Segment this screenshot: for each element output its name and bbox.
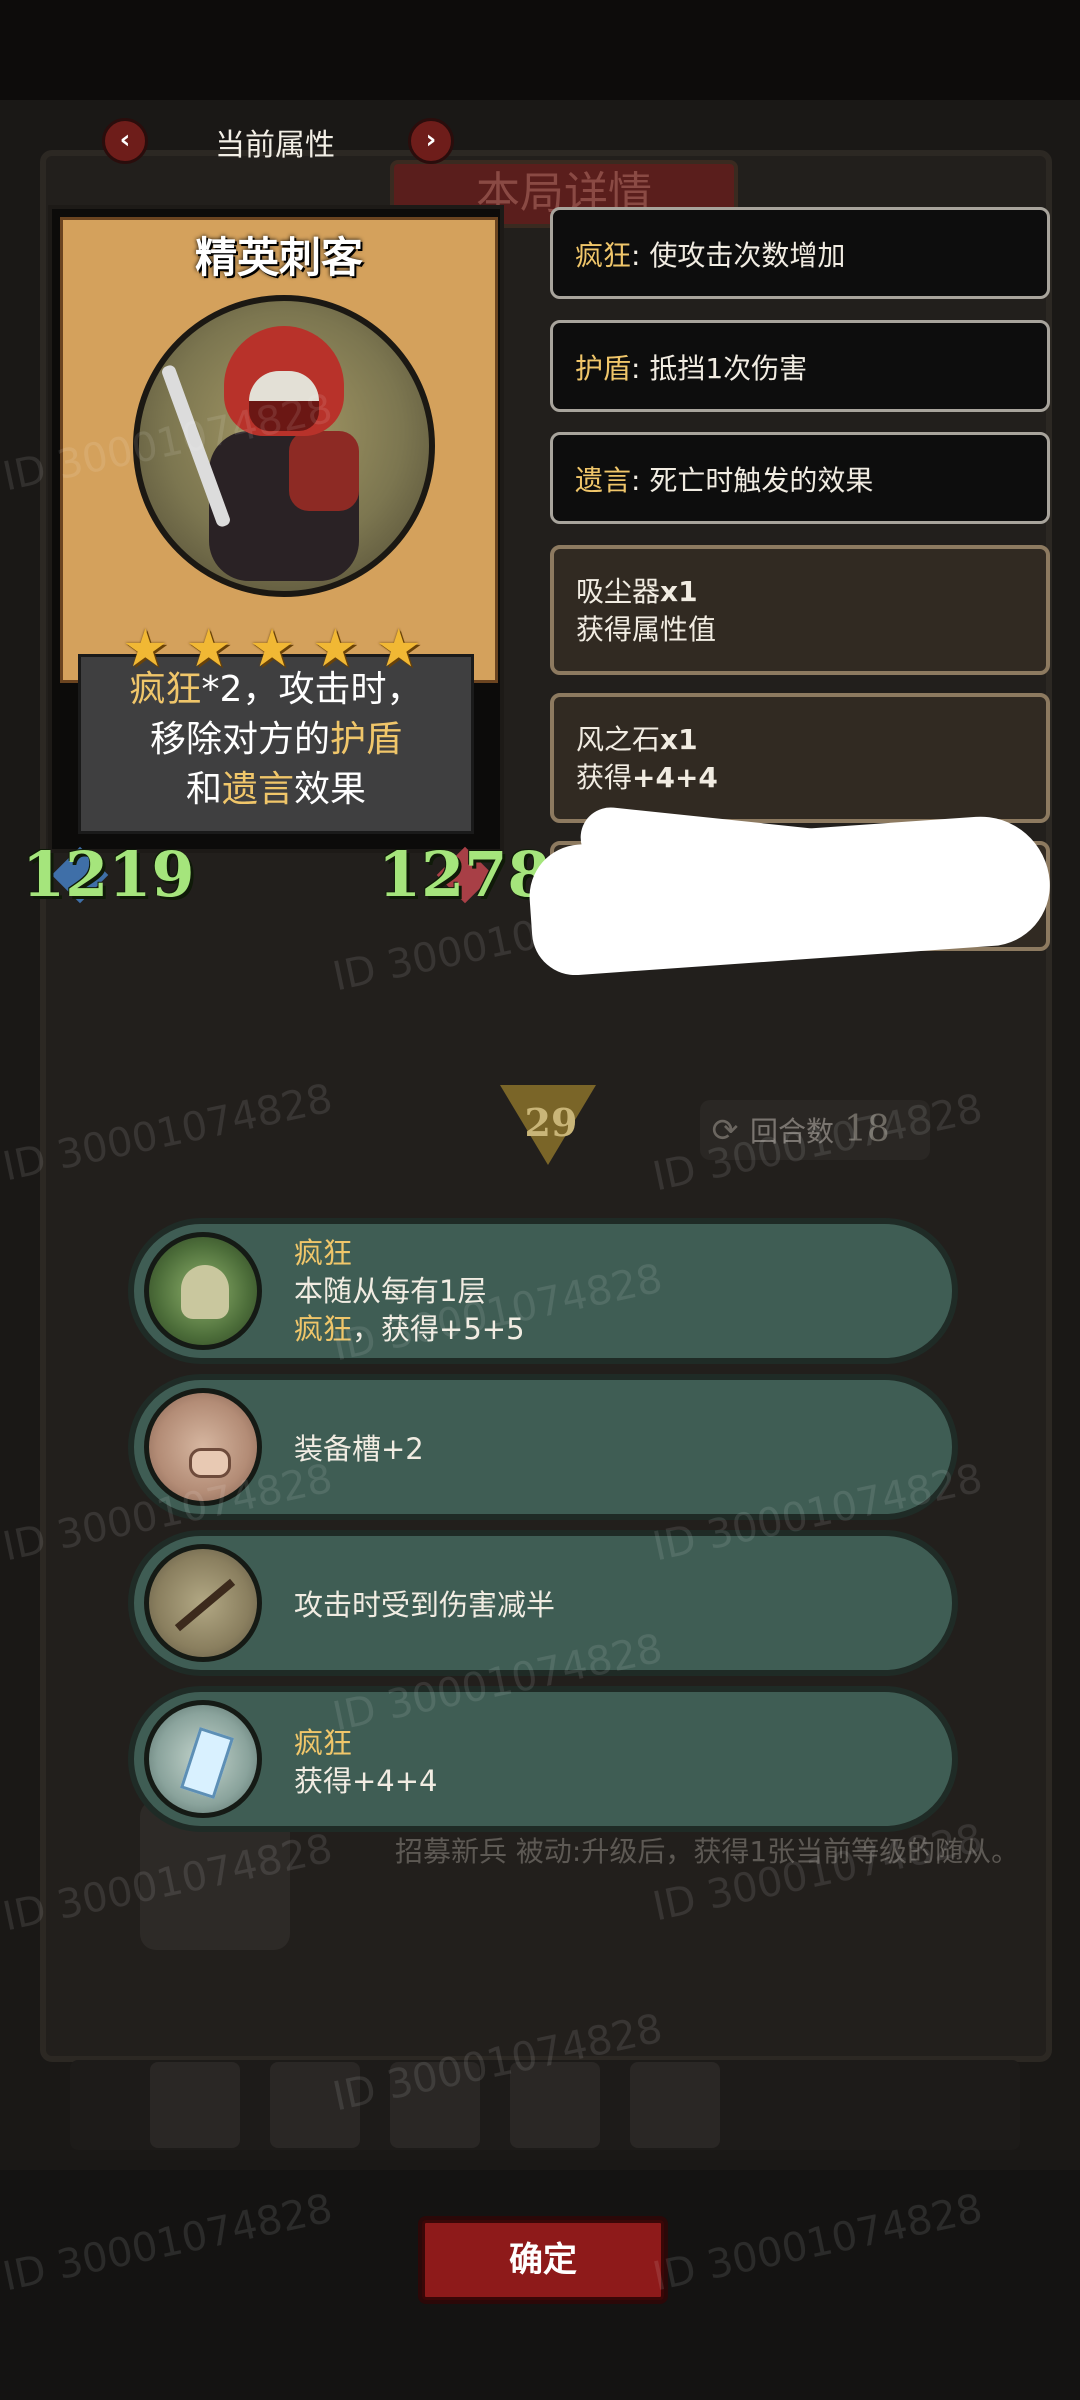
desc-keyword: 护盾 bbox=[330, 719, 403, 760]
keyword-name: 遗言 bbox=[575, 464, 632, 497]
card-frame: 精英刺客 bbox=[60, 217, 498, 683]
keyword-name: 疯狂 bbox=[575, 239, 632, 272]
pig-icon bbox=[144, 1388, 262, 1506]
desc-keyword: 遗言 bbox=[221, 769, 294, 810]
effect-row: 装备槽+2 bbox=[128, 1374, 958, 1520]
unit-slot[interactable] bbox=[390, 2062, 480, 2148]
desc-text: 和 bbox=[185, 769, 222, 810]
keyword-name: 护盾 bbox=[575, 352, 632, 385]
unit-slot[interactable] bbox=[150, 2062, 240, 2148]
desc-text: 效果 bbox=[294, 769, 367, 810]
effect-row: 攻击时受到伤害减半 bbox=[128, 1530, 958, 1676]
desc-text: 移除对方的 bbox=[149, 719, 330, 760]
effect-line: ，获得+5+5 bbox=[352, 1312, 525, 1346]
effect-text: 疯狂 获得+4+4 bbox=[294, 1724, 438, 1800]
effect-text: 疯狂 本随从每有1层 疯狂，获得+5+5 bbox=[294, 1234, 525, 1348]
unit-slot[interactable] bbox=[510, 2062, 600, 2148]
keyword-deathrattle: 遗言: 死亡时触发的效果 bbox=[550, 432, 1050, 524]
portrait-armor bbox=[289, 431, 359, 511]
refresh-icon: ⟳ bbox=[711, 1111, 739, 1149]
keyword-shield: 护盾: 抵挡1次伤害 bbox=[550, 320, 1050, 412]
effect-text: 装备槽+2 bbox=[294, 1432, 424, 1466]
round-value: 18 bbox=[844, 1109, 890, 1150]
item-wind-stone: 风之石x1 获得+4+4 bbox=[550, 693, 1050, 823]
background-row-text: 招募新兵 被动:升级后，获得1张当前等级的随从。 bbox=[395, 1835, 1020, 1868]
item-name: 吸尘器 bbox=[576, 575, 661, 608]
crystal-icon bbox=[144, 1700, 262, 1818]
item-effect: 获得属性值 bbox=[576, 613, 717, 646]
item-count: x1 bbox=[660, 723, 698, 756]
round-counter: ⟳ 回合数 18 bbox=[700, 1100, 930, 1160]
round-label: 回合数 bbox=[750, 1115, 835, 1148]
unit-slot[interactable] bbox=[630, 2062, 720, 2148]
keyword-desc: : 使攻击次数增加 bbox=[631, 239, 846, 272]
gem-value: 29 bbox=[524, 1100, 578, 1145]
prev-arrow-button[interactable]: ‹ bbox=[102, 118, 148, 164]
unit-slot[interactable] bbox=[270, 2062, 360, 2148]
effect-title: 疯狂 bbox=[294, 1726, 353, 1760]
minion-card: 精英刺客 疯狂*2，攻击时， 移除对方的护盾 和遗言效果 ★ ★ ★ ★ ★ bbox=[48, 205, 504, 853]
skull-icon bbox=[144, 1232, 262, 1350]
card-description: 疯狂*2，攻击时， 移除对方的护盾 和遗言效果 bbox=[78, 654, 474, 834]
effect-title: 疯狂 bbox=[294, 1236, 353, 1270]
keyword-frenzy: 疯狂: 使攻击次数增加 bbox=[550, 207, 1050, 299]
top-bar bbox=[0, 0, 1080, 100]
portrait-mask bbox=[249, 401, 319, 431]
star-icon: ★ bbox=[122, 619, 169, 679]
card-name: 精英刺客 bbox=[194, 233, 363, 282]
star-icon: ★ bbox=[248, 619, 296, 679]
effect-text: 攻击时受到伤害减半 bbox=[294, 1588, 556, 1622]
item-effect-value: +4+4 bbox=[632, 761, 718, 794]
effect-row: 疯狂 本随从每有1层 疯狂，获得+5+5 bbox=[128, 1218, 958, 1364]
item-effect: 获得 bbox=[576, 761, 633, 794]
effect-keyword: 疯狂 bbox=[294, 1312, 353, 1346]
item-name: 风之石 bbox=[576, 723, 661, 756]
attack-value: 1219 bbox=[22, 838, 195, 911]
item-vacuum: 吸尘器x1 获得属性值 bbox=[550, 545, 1050, 675]
effect-line: 获得+4+4 bbox=[294, 1764, 438, 1798]
health-value: 1278 bbox=[378, 838, 551, 911]
star-icon: ★ bbox=[185, 619, 232, 679]
star-rating: ★ ★ ★ ★ ★ bbox=[122, 619, 422, 679]
confirm-button[interactable]: 确定 bbox=[422, 2220, 664, 2300]
star-icon: ★ bbox=[375, 619, 422, 679]
effect-line: 本随从每有1层 bbox=[294, 1274, 487, 1308]
item-count: x1 bbox=[660, 575, 698, 608]
star-icon: ★ bbox=[312, 619, 359, 679]
keyword-desc: : 死亡时触发的效果 bbox=[631, 464, 874, 497]
page-title: 当前属性 bbox=[215, 128, 335, 163]
assassin-portrait bbox=[133, 295, 435, 597]
keyword-desc: : 抵挡1次伤害 bbox=[631, 352, 808, 385]
effect-row: 疯狂 获得+4+4 bbox=[128, 1686, 958, 1832]
arrow-icon bbox=[144, 1544, 262, 1662]
next-arrow-button[interactable]: › bbox=[408, 118, 454, 164]
